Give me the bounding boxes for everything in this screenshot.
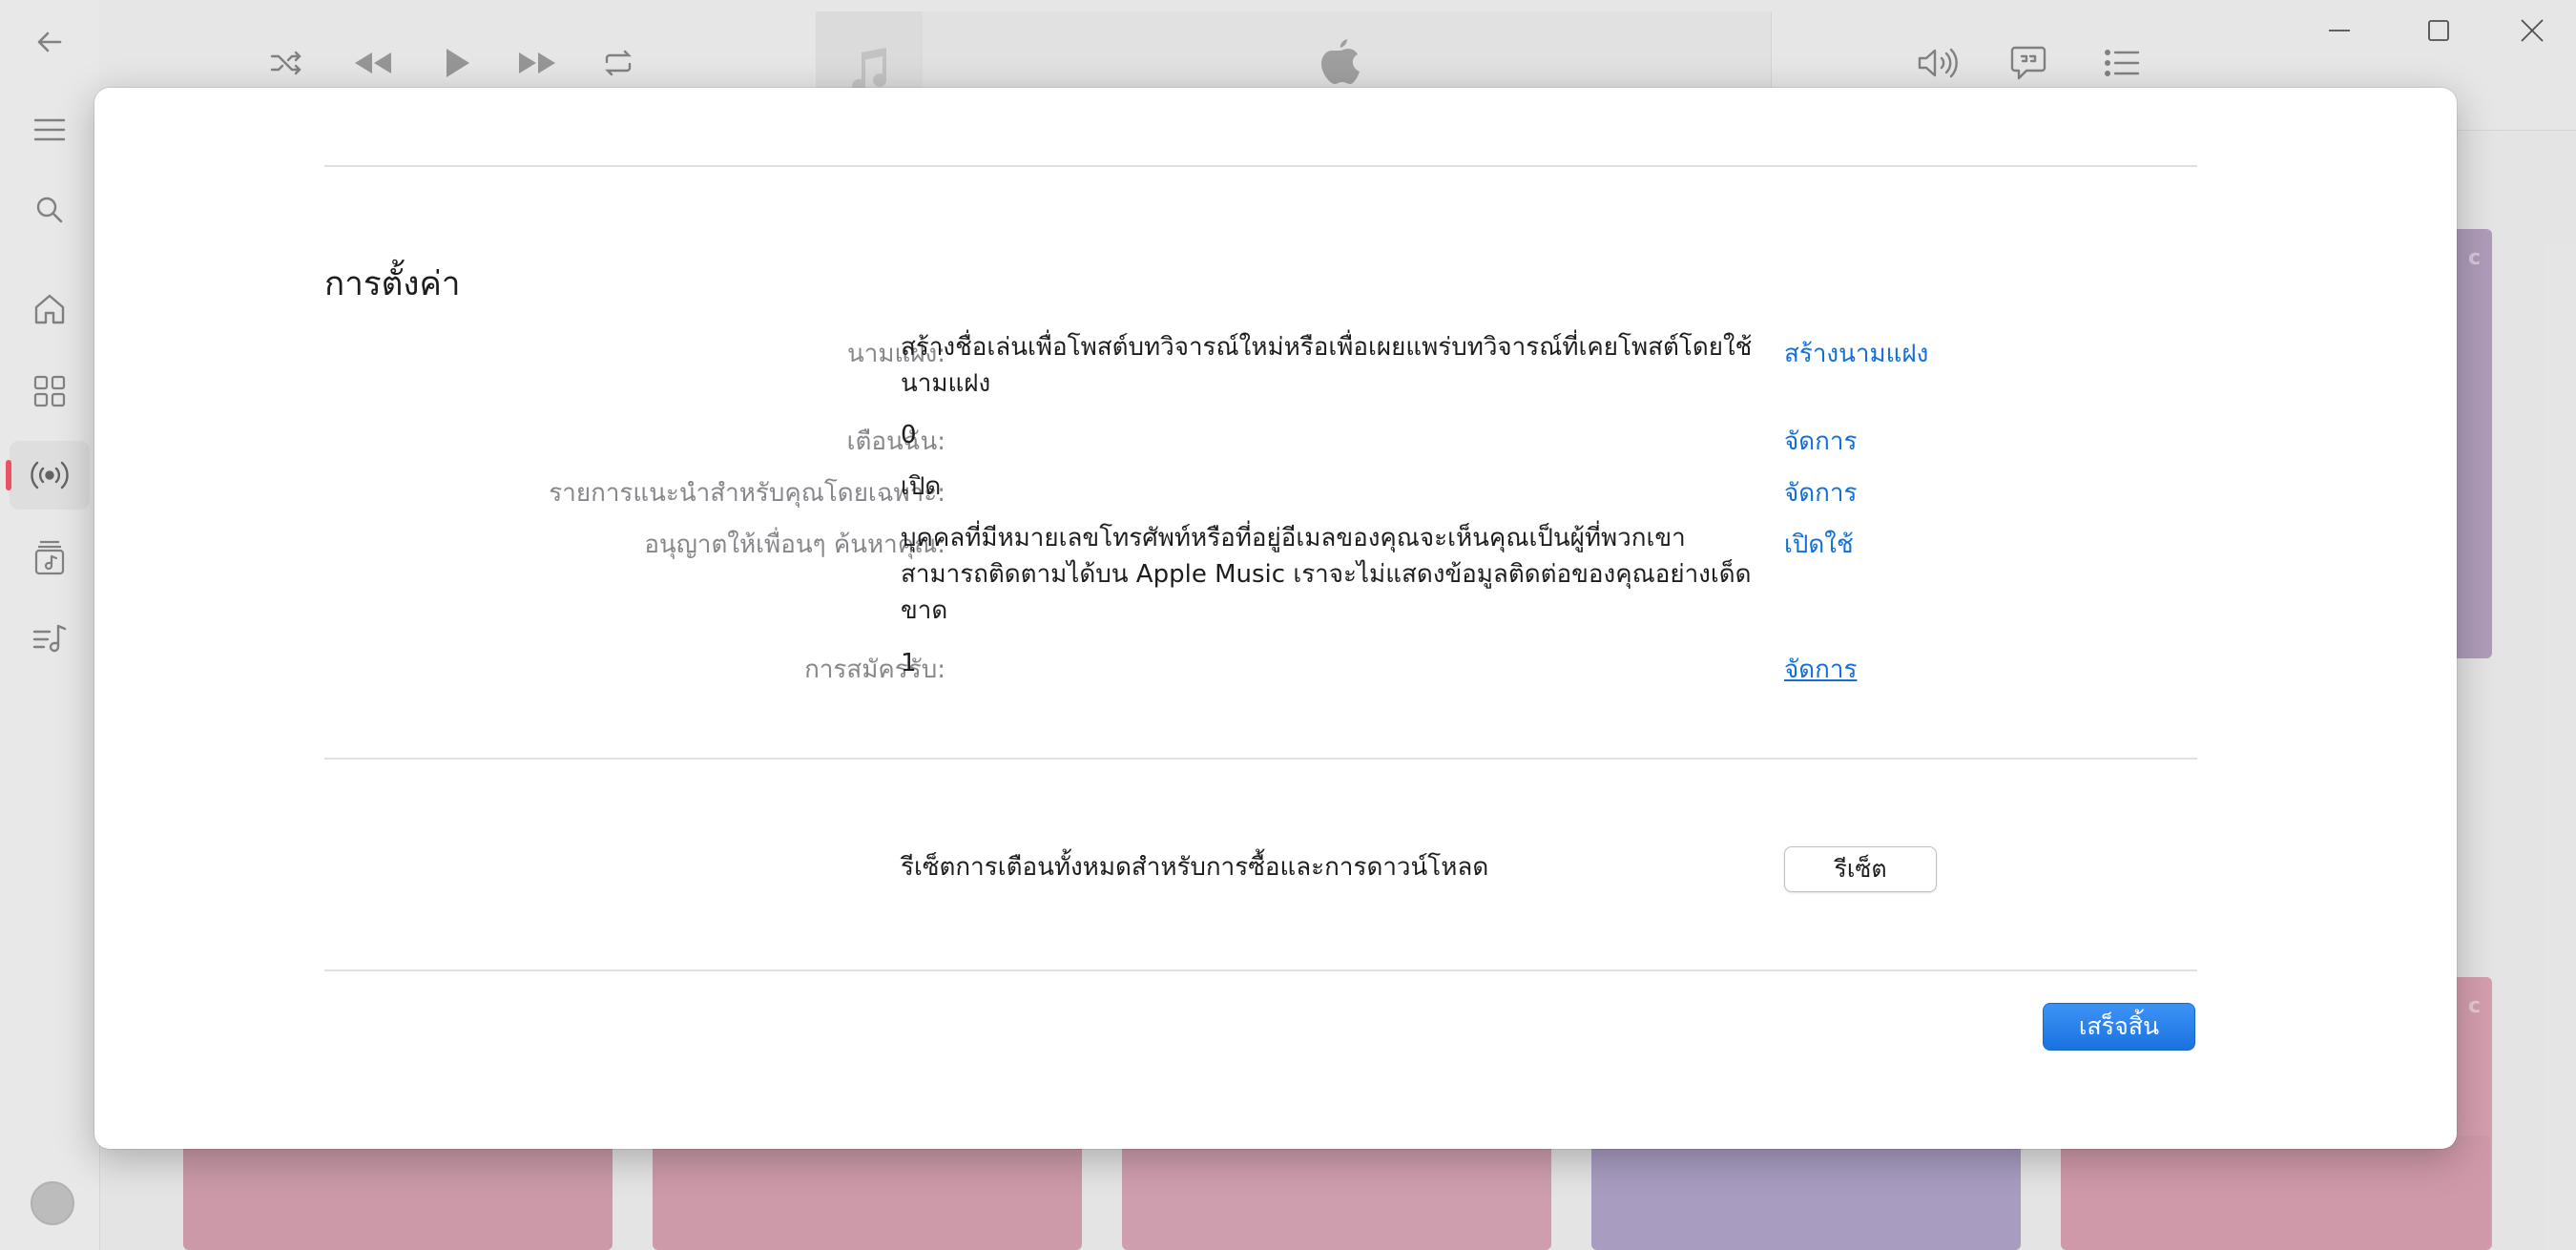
divider	[324, 758, 2197, 760]
create-pseudonym-link[interactable]: สร้างนามแฝง	[1784, 334, 1928, 373]
manage-reminders-link[interactable]: จัดการ	[1784, 422, 1857, 461]
remind-me-value: 0	[901, 421, 917, 449]
settings-title: การตั้งค่า	[324, 265, 461, 303]
find-by-friends-description: บุคคลที่มีหมายเลขโทรศัพท์หรือที่อยู่อีเม…	[901, 524, 1752, 625]
manage-subscriptions-link[interactable]: จัดการ	[1784, 650, 1857, 689]
reset-warnings-description: รีเซ็ตการเตือนทั้งหมดสำหรับการซื้อและการ…	[901, 853, 1489, 882]
personalized-recommendations-value: เปิด	[901, 472, 942, 501]
settings-dialog: การตั้งค่า นามแฝง: สร้างชื่อเล่นเพื่อโพส…	[94, 88, 2457, 1149]
done-button[interactable]: เสร็จสิ้น	[2043, 1003, 2195, 1051]
enable-find-by-friends-link[interactable]: เปิดใช้	[1784, 525, 1854, 564]
manage-recommendations-link[interactable]: จัดการ	[1784, 473, 1857, 512]
divider	[324, 165, 2197, 167]
divider	[324, 969, 2197, 971]
subscriptions-value: 1	[901, 649, 917, 677]
personalized-recommendations-label: รายการแนะนำสำหรับคุณโดยเฉพาะ:	[549, 479, 945, 508]
reset-button[interactable]: รีเซ็ต	[1784, 846, 1937, 892]
pseudonym-description: สร้างชื่อเล่นเพื่อโพสต์บทวิจารณ์ใหม่หรือ…	[901, 333, 1753, 398]
